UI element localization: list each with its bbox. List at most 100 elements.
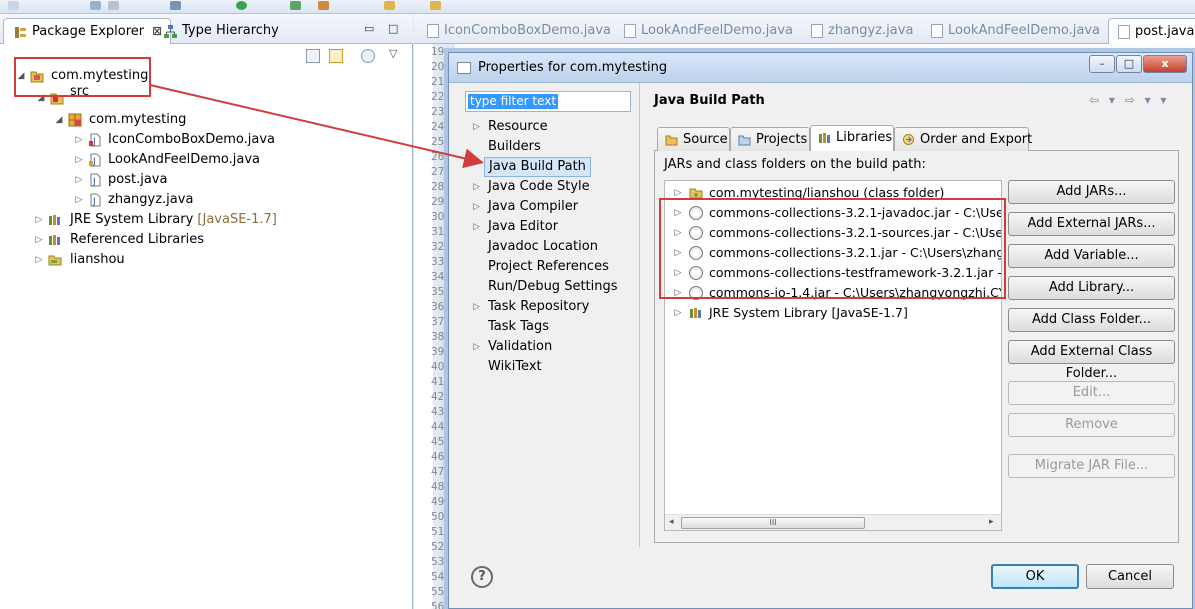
expand-arrow-icon[interactable]: ▷ (673, 303, 683, 323)
filter-field[interactable]: type filter text (465, 91, 631, 112)
expand-arrow-icon[interactable]: ▷ (473, 337, 483, 357)
side-button[interactable]: Migrate JAR File... (1008, 454, 1175, 478)
expand-arrow-icon[interactable]: ▷ (34, 250, 44, 270)
expand-arrow-icon[interactable]: ▷ (473, 177, 483, 197)
scroll-right-icon[interactable]: ▸ (989, 517, 994, 527)
main-toolbar (0, 0, 1195, 14)
editor-tab-active[interactable]: post.java (1108, 18, 1195, 44)
tab-projects[interactable]: Projects (730, 127, 810, 151)
side-button[interactable]: Add External Class Folder... (1008, 340, 1175, 381)
nav-item-label: Resource (488, 119, 548, 134)
nav-item[interactable]: Task Tags (488, 317, 549, 337)
nav-item[interactable]: WikiText (488, 357, 542, 377)
nav-item-label: Task Repository (488, 299, 590, 314)
library-icon (49, 215, 60, 225)
filter-icon[interactable] (361, 49, 375, 63)
close-button[interactable]: x (1143, 55, 1187, 73)
nav-item[interactable]: Run/Debug Settings (488, 277, 618, 297)
expand-arrow-icon[interactable]: ▷ (74, 190, 84, 210)
view-menu-icon[interactable]: ▽ (389, 47, 397, 60)
nav-item-label: Javadoc Location (488, 239, 598, 254)
maximize-icon[interactable]: □ (388, 22, 398, 35)
expand-arrow-icon[interactable]: ▷ (34, 210, 44, 230)
dialog-title: Properties for com.mytesting (478, 60, 668, 75)
library-icon (690, 308, 701, 318)
toolbar-run-icon[interactable] (236, 1, 247, 10)
side-button[interactable]: Add Class Folder... (1008, 308, 1175, 332)
tree-label: post.java (108, 172, 168, 187)
link-with-editor-icon[interactable] (329, 49, 343, 63)
tab-type-hierarchy[interactable]: Type Hierarchy (154, 18, 287, 44)
scroll-left-icon[interactable]: ◂ (669, 517, 674, 527)
toolbar-new-icon[interactable] (8, 1, 19, 10)
toolbar-save-icon[interactable] (90, 1, 101, 10)
build-path-entry[interactable]: ▷ JRE System Library [JavaSE-1.7] (665, 303, 1001, 323)
ok-button[interactable]: OK (991, 564, 1079, 589)
expand-arrow-icon[interactable]: ▷ (473, 297, 483, 317)
expand-arrow-icon[interactable]: ▷ (473, 197, 483, 217)
nav-item[interactable]: ▷ Validation (473, 337, 553, 357)
java-file-icon (624, 24, 636, 38)
editor-tab[interactable]: IconComboBoxDemo.java (418, 18, 617, 44)
minimize-icon[interactable]: ▭ (364, 22, 374, 35)
editor-tab[interactable]: zhangyz.java (802, 18, 919, 44)
side-button[interactable]: Add JARs... (1008, 180, 1175, 204)
toolbar-search-icon[interactable] (170, 1, 181, 10)
window-icon (457, 62, 471, 74)
tab-libraries[interactable]: Libraries (810, 125, 894, 151)
tab-package-explorer[interactable]: Package Explorer ⊠ (3, 18, 172, 44)
nav-item[interactable]: Javadoc Location (488, 237, 598, 257)
expand-arrow-icon[interactable]: ▷ (74, 150, 84, 170)
nav-item[interactable]: ▷ Java Editor (473, 217, 558, 237)
tab-source[interactable]: Source (657, 127, 730, 151)
toolbar-print-icon[interactable] (108, 1, 119, 10)
minimize-button[interactable]: – (1089, 55, 1115, 73)
tab-label: Type Hierarchy (182, 23, 279, 38)
maximize-button[interactable]: □ (1116, 55, 1142, 73)
side-button[interactable]: Add Library... (1008, 276, 1175, 300)
nav-item[interactable]: Builders (488, 137, 541, 157)
toolbar-debug-icon[interactable] (290, 1, 301, 10)
editor-tab[interactable]: LookAndFeelDemo.java (922, 18, 1106, 44)
nav-item[interactable]: ▷ Resource (473, 117, 548, 137)
expand-arrow-icon[interactable]: ▷ (74, 170, 84, 190)
tree-label: zhangyz.java (108, 192, 194, 207)
expand-arrow-icon[interactable]: ▷ (34, 230, 44, 250)
nav-item[interactable]: Java Build Path (484, 157, 591, 177)
expand-arrow-icon[interactable]: ▷ (74, 130, 84, 150)
entry-label: JRE System Library [JavaSE-1.7] (709, 305, 908, 320)
nav-item[interactable]: Project References (488, 257, 609, 277)
projects-icon (738, 135, 751, 146)
scrollbar-thumb[interactable]: III (681, 517, 865, 529)
sash[interactable] (639, 83, 640, 547)
nav-item[interactable]: ▷ Task Repository (473, 297, 590, 317)
side-button[interactable]: Edit... (1008, 381, 1175, 405)
package-explorer-view: Package Explorer ⊠ Type Hierarchy ▭ □ ▽ ◢… (0, 14, 413, 609)
library-icon (49, 235, 60, 245)
nav-item[interactable]: ▷ Java Compiler (473, 197, 579, 217)
help-icon[interactable]: ? (471, 566, 493, 588)
java-file-icon (931, 24, 943, 38)
expand-arrow-icon[interactable]: ▷ (473, 217, 483, 237)
tab-order-export[interactable]: Order and Export (894, 127, 1032, 151)
hierarchy-icon (164, 25, 177, 38)
toolbar-open-icon[interactable] (430, 1, 441, 10)
horizontal-scrollbar[interactable]: ◂ III ▸ (665, 514, 1001, 530)
cancel-button[interactable]: Cancel (1086, 564, 1174, 589)
toolbar-folder-icon[interactable] (384, 1, 395, 10)
collapse-all-icon[interactable] (306, 49, 320, 63)
side-button[interactable]: Remove (1008, 413, 1175, 437)
expand-arrow-icon[interactable]: ▷ (473, 117, 483, 137)
editor-tab[interactable]: LookAndFeelDemo.java (615, 18, 799, 44)
tab-label: Projects (756, 132, 808, 147)
nav-item-label: Project References (488, 259, 609, 274)
side-button[interactable]: Add Variable... (1008, 244, 1175, 268)
nav-item-label: Java Compiler (488, 199, 579, 214)
toolbar-tool-icon[interactable] (318, 1, 329, 10)
side-button[interactable]: Add External JARs... (1008, 212, 1175, 236)
nav-item-label: Validation (488, 339, 553, 354)
expand-arrow-icon[interactable]: ◢ (54, 110, 64, 130)
nav-item[interactable]: ▷ Java Code Style (473, 177, 590, 197)
editor-tab-label: LookAndFeelDemo.java (948, 23, 1100, 38)
history-nav-icons[interactable]: ⇦ ▾ ⇨ ▾ ▾ (1089, 93, 1169, 107)
